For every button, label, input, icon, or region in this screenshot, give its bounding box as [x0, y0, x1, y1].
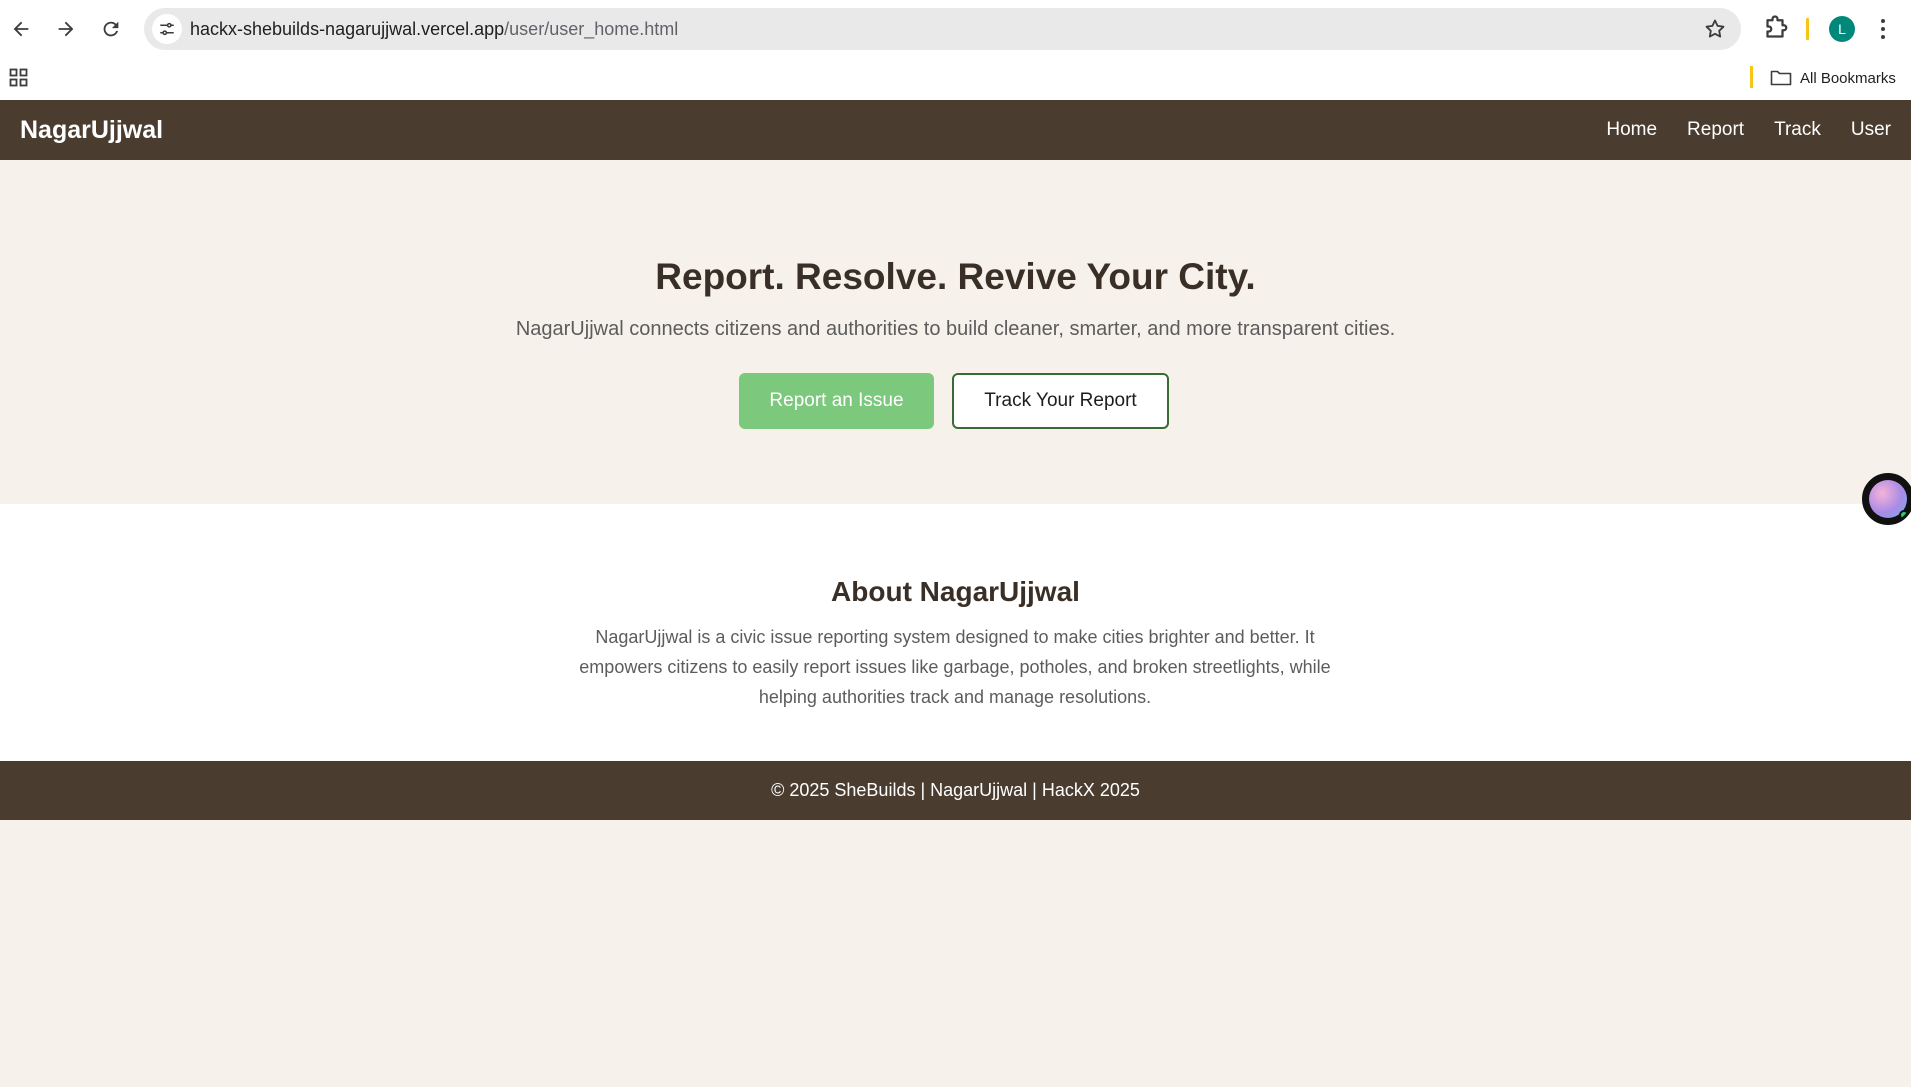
- url-text[interactable]: hackx-shebuilds-nagarujjwal.vercel.app/u…: [190, 19, 678, 40]
- forward-button[interactable]: [49, 12, 83, 46]
- url-host: hackx-shebuilds-nagarujjwal.vercel.app: [190, 19, 505, 39]
- online-status-dot: [1899, 510, 1909, 520]
- assistant-bubble-icon[interactable]: [1862, 473, 1911, 525]
- reload-icon: [103, 21, 119, 37]
- folder-icon: [1770, 70, 1792, 86]
- apps-icon[interactable]: [9, 68, 29, 88]
- track-report-button[interactable]: Track Your Report: [952, 373, 1169, 429]
- bookmarks-bar: All Bookmarks: [0, 58, 1911, 100]
- all-bookmarks-label: All Bookmarks: [1800, 69, 1896, 87]
- back-icon: [13, 21, 29, 37]
- star-icon[interactable]: [1703, 17, 1727, 41]
- extensions-icon[interactable]: [1760, 14, 1790, 44]
- url-path: /user/user_home.html: [504, 19, 679, 39]
- site-header: NagarUjjwal Home Report Track User: [0, 100, 1911, 160]
- nav-link-home[interactable]: Home: [1606, 119, 1657, 141]
- nav-link-user[interactable]: User: [1851, 119, 1891, 141]
- address-bar[interactable]: hackx-shebuilds-nagarujjwal.vercel.app/u…: [144, 8, 1741, 50]
- hero-title: Report. Resolve. Revive Your City.: [655, 256, 1256, 297]
- hero-section: Report. Resolve. Revive Your City. Nagar…: [0, 160, 1911, 504]
- menu-icon[interactable]: [1877, 14, 1889, 44]
- brand-logo[interactable]: NagarUjjwal: [20, 116, 163, 145]
- site-info-button[interactable]: [152, 14, 182, 44]
- bookmarks-divider: [1750, 66, 1753, 88]
- nav-link-report[interactable]: Report: [1687, 119, 1744, 141]
- all-bookmarks-button[interactable]: All Bookmarks: [1770, 66, 1896, 90]
- site-footer: © 2025 SheBuilds | NagarUjjwal | HackX 2…: [0, 761, 1911, 820]
- about-section: About NagarUjjwal NagarUjjwal is a civic…: [0, 504, 1911, 761]
- toolbar-divider: [1806, 18, 1809, 40]
- main-nav: Home Report Track User: [1606, 119, 1891, 141]
- footer-text: © 2025 SheBuilds | NagarUjjwal | HackX 2…: [771, 780, 1140, 800]
- hero-subtitle: NagarUjjwal connects citizens and author…: [515, 318, 1396, 340]
- back-button[interactable]: [4, 12, 38, 46]
- site-info-icon: [160, 22, 174, 36]
- nav-link-track[interactable]: Track: [1774, 119, 1821, 141]
- about-body: NagarUjjwal is a civic issue reporting s…: [579, 627, 1331, 707]
- browser-toolbar: hackx-shebuilds-nagarujjwal.vercel.app/u…: [0, 0, 1911, 58]
- report-issue-button[interactable]: Report an Issue: [739, 373, 934, 429]
- about-title: About NagarUjjwal: [831, 576, 1080, 607]
- forward-icon: [58, 21, 74, 37]
- reload-button[interactable]: [94, 12, 128, 46]
- profile-avatar[interactable]: L: [1829, 16, 1855, 42]
